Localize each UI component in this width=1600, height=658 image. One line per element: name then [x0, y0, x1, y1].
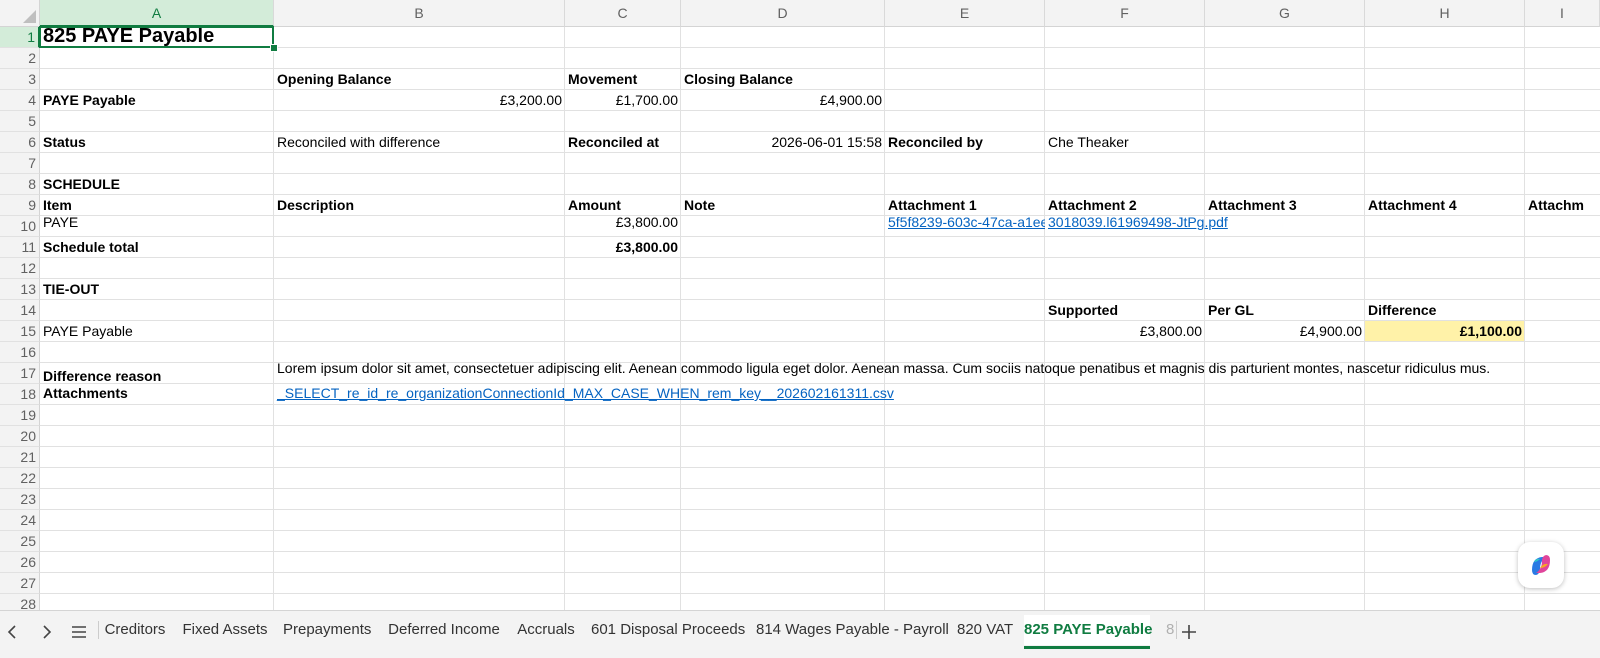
difference-value[interactable]: £1,100.00	[1365, 321, 1525, 342]
active-tab-label: 825 PAYE Payable	[1024, 621, 1153, 638]
difference-reason-label[interactable]: Difference reason	[40, 363, 274, 384]
account-label[interactable]: PAYE Payable	[40, 90, 274, 111]
row-header-1[interactable]: 1	[0, 27, 40, 48]
schedule-header-attachment-5[interactable]: Attachm	[1525, 195, 1600, 216]
schedule-total-label[interactable]: Schedule total	[40, 237, 274, 258]
opening-balance-value[interactable]: £3,200.00	[274, 90, 565, 111]
hamburger-menu-icon	[72, 626, 86, 638]
prev-sheet-button[interactable]	[0, 619, 26, 645]
schedule-header-note[interactable]: Note	[681, 195, 885, 216]
reconciled-at-label[interactable]: Reconciled at	[565, 132, 681, 153]
closing-balance-header[interactable]: Closing Balance	[681, 69, 885, 90]
column-header-b[interactable]: B	[274, 0, 565, 27]
tab-overflow-partial[interactable]: 8	[1166, 615, 1176, 645]
tab-825-paye-payable[interactable]: 825 PAYE Payable	[1024, 615, 1153, 649]
select-all-corner[interactable]	[0, 0, 40, 27]
row-header-23[interactable]: 23	[0, 489, 40, 510]
schedule-amount-paye[interactable]: £3,800.00	[565, 212, 681, 233]
row-header-20[interactable]: 20	[0, 426, 40, 447]
row-header-13[interactable]: 13	[0, 279, 40, 300]
worksheet-grid[interactable]: A B C D E F G H I 1 2 3 4 5 6 7 8 9 10 1…	[0, 0, 1600, 620]
row-header-10[interactable]: 10	[0, 216, 40, 237]
tieout-header-difference[interactable]: Difference	[1365, 300, 1525, 321]
tab-accruals[interactable]: Accruals	[517, 615, 575, 645]
spreadsheet-app: A B C D E F G H I 1 2 3 4 5 6 7 8 9 10 1…	[0, 0, 1600, 658]
column-header-h[interactable]: H	[1365, 0, 1525, 27]
row-header-21[interactable]: 21	[0, 447, 40, 468]
tieout-header-per-gl[interactable]: Per GL	[1205, 300, 1365, 321]
row-header-8[interactable]: 8	[0, 174, 40, 195]
schedule-heading[interactable]: SCHEDULE	[40, 174, 274, 195]
row-header-2[interactable]: 2	[0, 48, 40, 69]
attachment-1-link[interactable]: 5f5f8239-603c-47ca-a1ee	[885, 212, 1045, 233]
add-sheet-button[interactable]	[1176, 619, 1202, 645]
row-header-6[interactable]: 6	[0, 132, 40, 153]
row-header-19[interactable]: 19	[0, 405, 40, 426]
row-header-9[interactable]: 9	[0, 195, 40, 216]
row-header-26[interactable]: 26	[0, 552, 40, 573]
row-header-17[interactable]: 17	[0, 363, 40, 384]
reconciled-at-value[interactable]: 2026-06-01 15:58	[681, 132, 885, 153]
opening-balance-header[interactable]: Opening Balance	[274, 69, 565, 90]
chevron-right-icon	[43, 625, 52, 639]
reconciled-by-label[interactable]: Reconciled by	[885, 132, 1045, 153]
row-header-24[interactable]: 24	[0, 510, 40, 531]
schedule-item-paye[interactable]: PAYE	[40, 212, 274, 233]
row-header-7[interactable]: 7	[0, 153, 40, 174]
active-cell-selection	[39, 26, 274, 48]
tab-creditors[interactable]: Creditors	[104, 615, 166, 645]
per-gl-value[interactable]: £4,900.00	[1205, 321, 1365, 342]
reconciled-by-value[interactable]: Che Theaker	[1045, 132, 1205, 153]
status-label[interactable]: Status	[40, 132, 274, 153]
tieout-header-supported[interactable]: Supported	[1045, 300, 1205, 321]
row-header-14[interactable]: 14	[0, 300, 40, 321]
column-header-g[interactable]: G	[1205, 0, 1365, 27]
column-header-f[interactable]: F	[1045, 0, 1205, 27]
column-header-d[interactable]: D	[681, 0, 885, 27]
status-value[interactable]: Reconciled with difference	[274, 132, 565, 153]
tab-814-wages-payable-payroll[interactable]: 814 Wages Payable - Payroll	[756, 615, 949, 645]
chevron-left-icon	[7, 625, 16, 639]
attachments-label[interactable]: Attachments	[40, 384, 274, 405]
row-header-11[interactable]: 11	[0, 237, 40, 258]
difference-reason-value[interactable]: Lorem ipsum dolor sit amet, consectetuer…	[274, 358, 1525, 382]
tab-601-disposal-proceeds[interactable]: 601 Disposal Proceeds	[591, 615, 745, 645]
row-header-25[interactable]: 25	[0, 531, 40, 552]
schedule-total-value[interactable]: £3,800.00	[565, 237, 681, 258]
column-header-e[interactable]: E	[885, 0, 1045, 27]
supported-value[interactable]: £3,800.00	[1045, 321, 1205, 342]
tab-820-vat[interactable]: 820 VAT	[957, 615, 1013, 645]
tab-fixed-assets[interactable]: Fixed Assets	[182, 615, 268, 645]
attachment-2-link[interactable]: 3018039.l61969498-JtPg.pdf	[1045, 212, 1285, 233]
tieout-heading[interactable]: TIE-OUT	[40, 279, 274, 300]
schedule-header-description[interactable]: Description	[274, 195, 565, 216]
row-header-3[interactable]: 3	[0, 69, 40, 90]
copilot-icon	[1532, 555, 1550, 575]
row-header-15[interactable]: 15	[0, 321, 40, 342]
row-header-5[interactable]: 5	[0, 111, 40, 132]
column-header-i[interactable]: I	[1525, 0, 1600, 27]
tab-prepayments[interactable]: Prepayments	[283, 615, 371, 645]
next-sheet-button[interactable]	[33, 619, 59, 645]
fill-handle[interactable]	[270, 44, 278, 52]
row-header-12[interactable]: 12	[0, 258, 40, 279]
plus-icon	[1182, 625, 1196, 639]
movement-header[interactable]: Movement	[565, 69, 681, 90]
attachments-link[interactable]: _SELECT_re_id_re_organizationConnectionI…	[274, 384, 894, 405]
row-header-4[interactable]: 4	[0, 90, 40, 111]
row-header-27[interactable]: 27	[0, 573, 40, 594]
schedule-header-attachment-4[interactable]: Attachment 4	[1365, 195, 1525, 216]
row-header-18[interactable]: 18	[0, 384, 40, 405]
tieout-row-label[interactable]: PAYE Payable	[40, 321, 274, 342]
column-header-c[interactable]: C	[565, 0, 681, 27]
tab-deferred-income[interactable]: Deferred Income	[388, 615, 500, 645]
sheet-tab-bar: Creditors Fixed Assets Prepayments Defer…	[0, 610, 1600, 658]
row-header-16[interactable]: 16	[0, 342, 40, 363]
movement-value[interactable]: £1,700.00	[565, 90, 681, 111]
column-header-a[interactable]: A	[40, 0, 274, 27]
closing-balance-value[interactable]: £4,900.00	[681, 90, 885, 111]
row-header-22[interactable]: 22	[0, 468, 40, 489]
all-sheets-button[interactable]	[66, 619, 92, 645]
copilot-button[interactable]	[1518, 542, 1564, 588]
